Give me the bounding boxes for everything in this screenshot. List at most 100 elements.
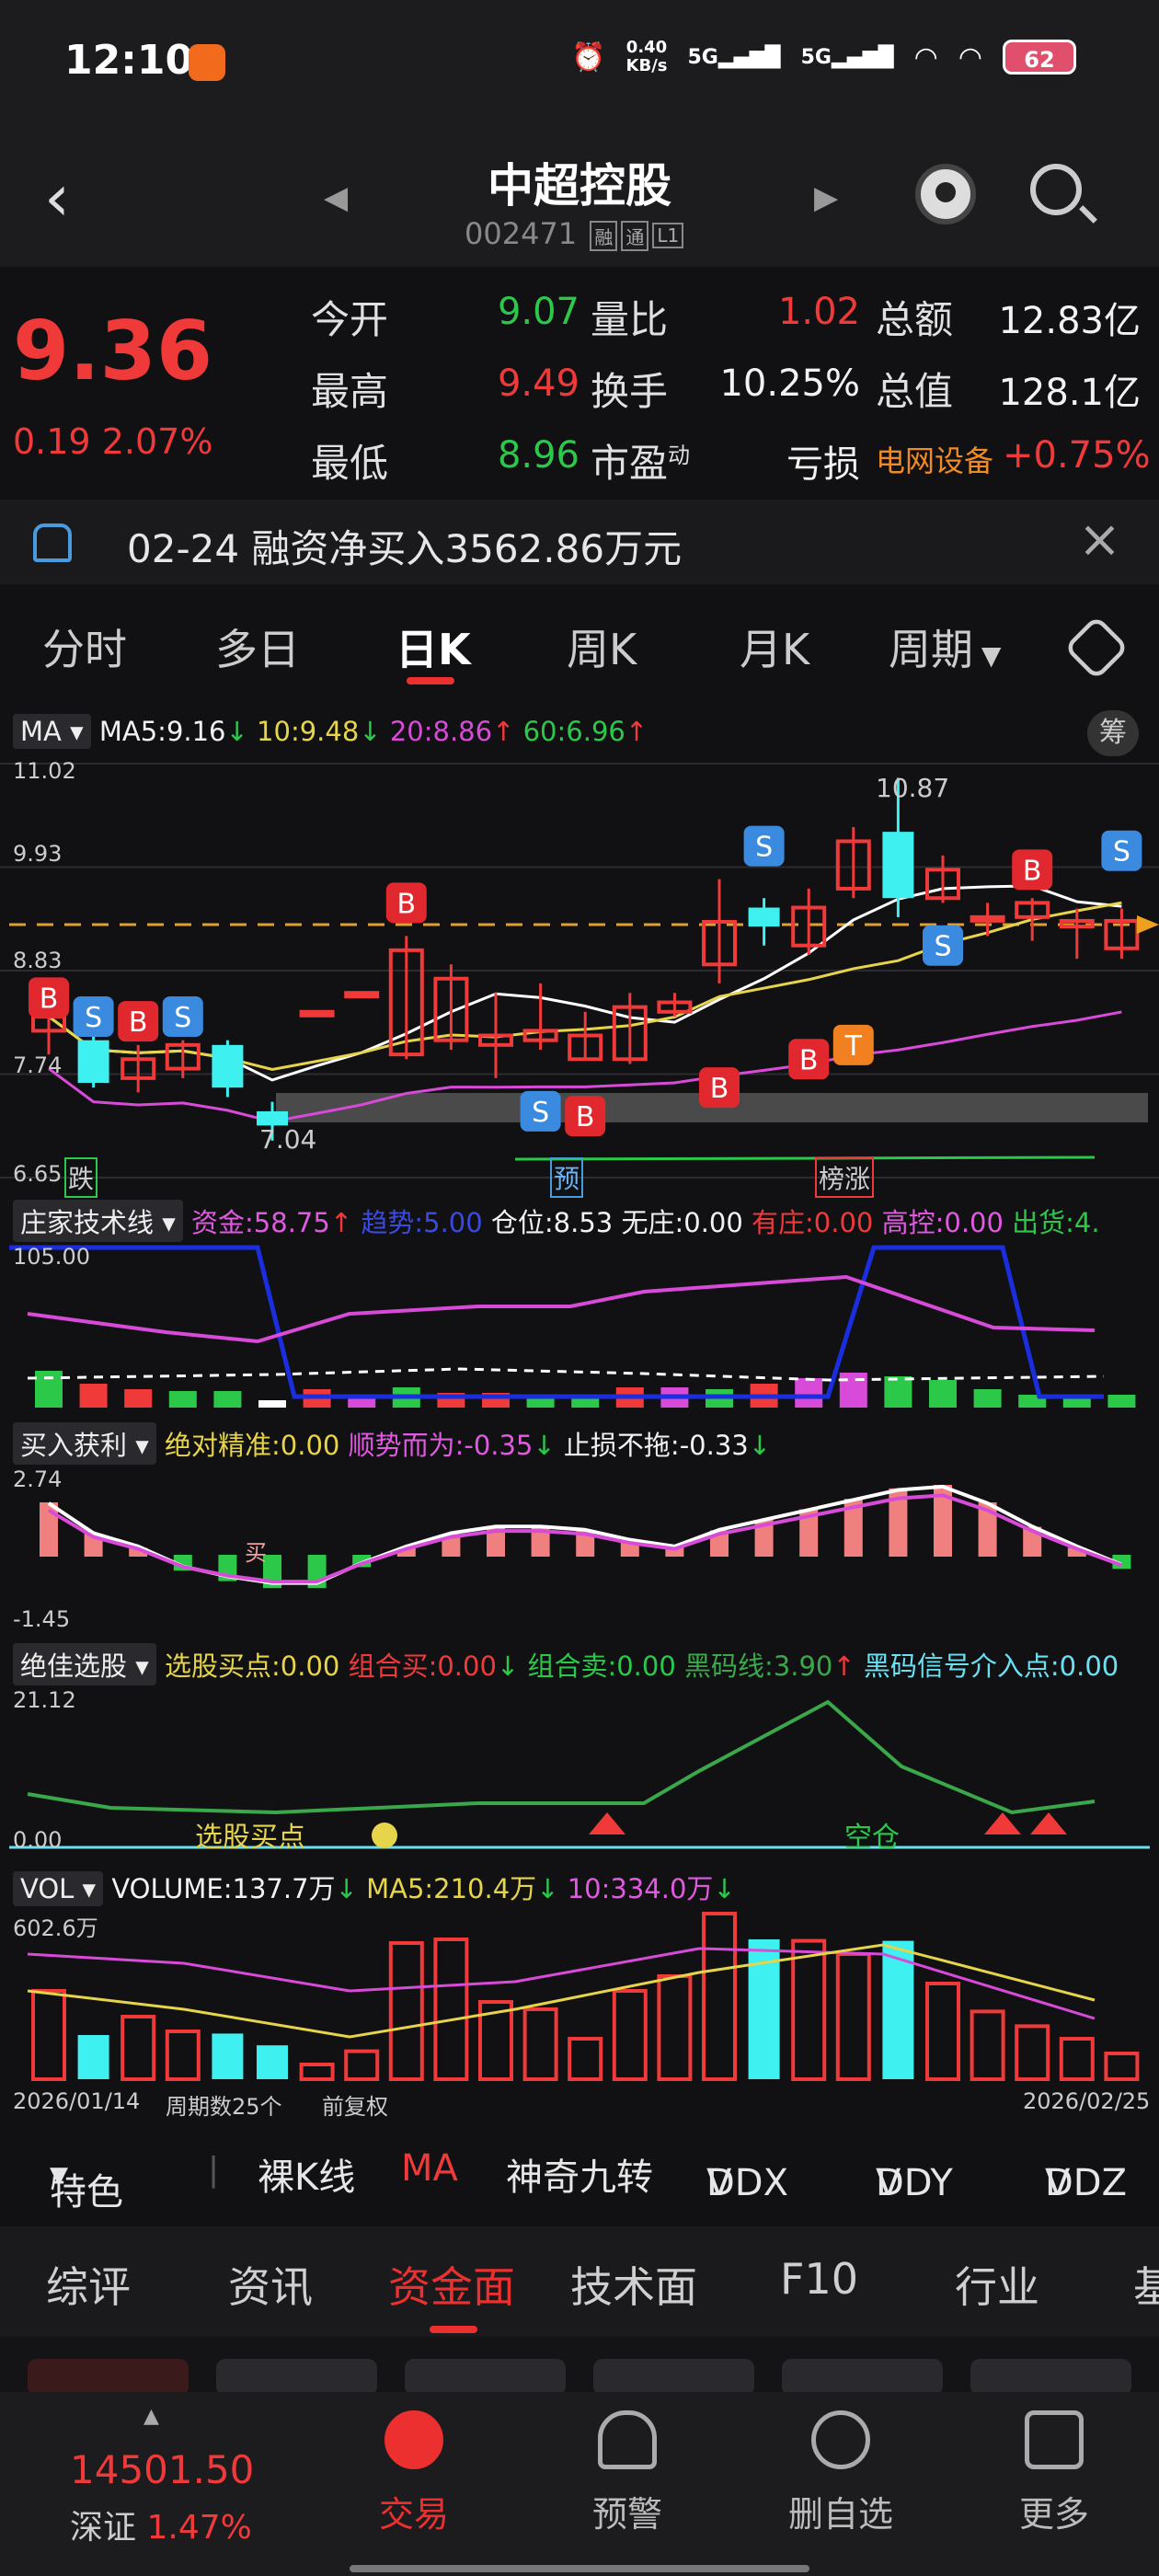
label-pe-sup: 动 [668, 443, 691, 468]
vol-selector-label: VOL [20, 1873, 75, 1904]
label-turnover: 换手 [591, 369, 669, 414]
tab-zhouqi[interactable]: 周期 ▼ [889, 616, 1001, 677]
peek-chip-1 [28, 2359, 189, 2396]
ftab-hangye[interactable]: 行业 [955, 2254, 1039, 2315]
nav-shanzixuan[interactable]: 删自选 [776, 2410, 905, 2536]
ma-selector[interactable]: MA ▾ [13, 714, 91, 749]
tab-fenshi[interactable]: 分时 [42, 616, 127, 677]
tab-rik[interactable]: 日K [396, 616, 471, 677]
ma60-arrow: ↑ [625, 716, 648, 747]
vol-bar-up [970, 2009, 1005, 2081]
zj-y-top: 105.00 [13, 1244, 90, 1270]
zj-bar [795, 1378, 823, 1408]
tool-jiuzhuan[interactable]: 神奇九转 [506, 2147, 653, 2201]
vol-selector[interactable]: VOL ▾ [13, 1871, 104, 1906]
tool-ma[interactable]: MA [401, 2147, 458, 2190]
signal-b-text: B [40, 983, 59, 1015]
screen: 12:10 ⏰ 0.40 KB/s 5G▂▄▆█ 5G▂▄▆█ ◠ ◠ 62 ‹ … [0, 0, 1159, 2576]
ftab-jishumian[interactable]: 技术面 [570, 2254, 697, 2315]
ftab-zongping[interactable]: 综评 [46, 2254, 131, 2315]
zj-bar [839, 1373, 867, 1408]
peek-chip-2 [216, 2359, 377, 2396]
net-speed: 0.40 KB/s [626, 39, 668, 75]
vol-bar-up [925, 1982, 960, 2081]
label-volume-ratio: 量比 [591, 297, 669, 342]
ftab-more[interactable]: 基 [1133, 2254, 1159, 2315]
nav-jiaoyi-label: 交易 [378, 2494, 449, 2535]
zj-capital-line [27, 1274, 1096, 1344]
tab-duori[interactable]: 多日 [215, 616, 300, 677]
sector-name[interactable]: 电网设备 [876, 438, 993, 480]
nav-jiaoyi[interactable]: 交易 [350, 2410, 478, 2536]
zj-bar [168, 1391, 197, 1408]
signal-s-text: S [174, 1002, 191, 1034]
value-market-cap: 128.1亿 [998, 372, 1141, 414]
label-amount: 总额 [876, 297, 954, 342]
tool-luokx[interactable]: 裸K线 [258, 2147, 355, 2201]
jj-series [9, 1699, 1150, 1849]
chip-distribution-button[interactable]: 筹 [1087, 710, 1139, 756]
tese-caret-icon: ▼ [50, 2162, 68, 2190]
ftab-zijinmian[interactable]: 资金面 [388, 2254, 515, 2315]
y-label-3: 7.74 [13, 1052, 63, 1078]
notice-bar[interactable]: 02-24 融资净买入3562.86万元 × [0, 500, 1159, 584]
juejia-selector[interactable]: 绝佳选股 ▾ [13, 1643, 156, 1685]
content-peek [0, 2337, 1159, 2396]
search-icon[interactable] [1030, 164, 1082, 215]
settings-hexagon-icon[interactable] [1063, 615, 1130, 681]
robot-assistant-icon[interactable] [915, 164, 976, 224]
signal-t-text: T [844, 1030, 863, 1063]
nav-more[interactable]: 更多 [990, 2410, 1119, 2536]
tab-yuek[interactable]: 月K [740, 616, 809, 677]
mairu-chart [40, 1484, 1131, 1589]
ftab-f10[interactable]: F10 [780, 2254, 858, 2304]
signal-label-2: 5G [800, 45, 832, 69]
signal-b-text: B [397, 888, 417, 920]
vol-volume-arrow: ↓ [335, 1873, 358, 1904]
ma20-value: 20:8.86 [389, 716, 493, 747]
juejia-legend: 绝佳选股 ▾ 选股买点:0.00 组合买:0.00↓ 组合卖:0.00 黑码线:… [13, 1643, 1119, 1685]
notice-text[interactable]: 02-24 融资净买入3562.86万元 [127, 518, 682, 574]
bell-icon [33, 523, 72, 562]
jj-heima: 黑码线:3.90 [684, 1650, 833, 1682]
tool-ddz-label: DDZ [1045, 2162, 1128, 2204]
vol-bar-up [344, 2049, 380, 2082]
vol-series [27, 1912, 1140, 2082]
y-label-0: 11.02 [13, 758, 76, 784]
vol-bar-up [791, 1938, 827, 2081]
jj-zuhemai2: 组合卖:0.00 [527, 1650, 676, 1682]
ma-legend: MA ▾ MA5:9.16↓ 10:9.48↓ 20:8.86↑ 60:6.96… [13, 714, 648, 749]
ftab-underline [430, 2326, 477, 2333]
vol-bar-up [657, 1974, 693, 2081]
zj-bar [1107, 1395, 1136, 1408]
app-notification-icon [189, 44, 225, 81]
vol-bar-up [702, 1912, 737, 2081]
ma10-arrow: ↓ [359, 716, 382, 747]
stock-code: 002471 [465, 216, 578, 251]
vol-bar-up [568, 2037, 603, 2081]
close-icon[interactable]: × [1078, 512, 1121, 568]
next-stock-arrow-icon[interactable]: ▶ [814, 179, 838, 216]
label-low: 最低 [311, 441, 389, 486]
grid-icon [1025, 2410, 1084, 2469]
axis-adjust[interactable]: 前复权 [322, 2088, 388, 2121]
nav-yujing[interactable]: 预警 [563, 2410, 692, 2536]
quote-panel: 9.36 0.19 2.07% 今开 9.07 最高 9.49 最低 8.96 … [0, 267, 1159, 497]
net-speed-unit: KB/s [625, 56, 668, 75]
label-pe-text: 市盈 [591, 441, 669, 486]
vol-ma5: MA5:210.4万 [366, 1873, 537, 1904]
index-value[interactable]: 14501.50 [70, 2447, 254, 2492]
ma5-value: MA5:9.16 [98, 716, 226, 747]
zj-qushi: 趋势:5.00 [361, 1207, 483, 1238]
tab-zhouk[interactable]: 周K [567, 616, 637, 677]
zj-bar [79, 1384, 108, 1408]
value-volume-ratio: 1.02 [777, 291, 860, 333]
zhuangjia-selector[interactable]: 庄家技术线 ▾ [13, 1200, 183, 1242]
ftab-zixun[interactable]: 资讯 [228, 2254, 313, 2315]
price-pointer-icon [1137, 915, 1159, 934]
ma60-value: 60:6.96 [522, 716, 625, 747]
index-up-caret-icon: ▲ [143, 2405, 159, 2428]
mairu-selector[interactable]: 买入获利 ▾ [13, 1422, 156, 1465]
label-market-cap: 总值 [876, 369, 954, 414]
kline-chart[interactable]: BS B SBS BBSB TSBS [0, 754, 1159, 1187]
